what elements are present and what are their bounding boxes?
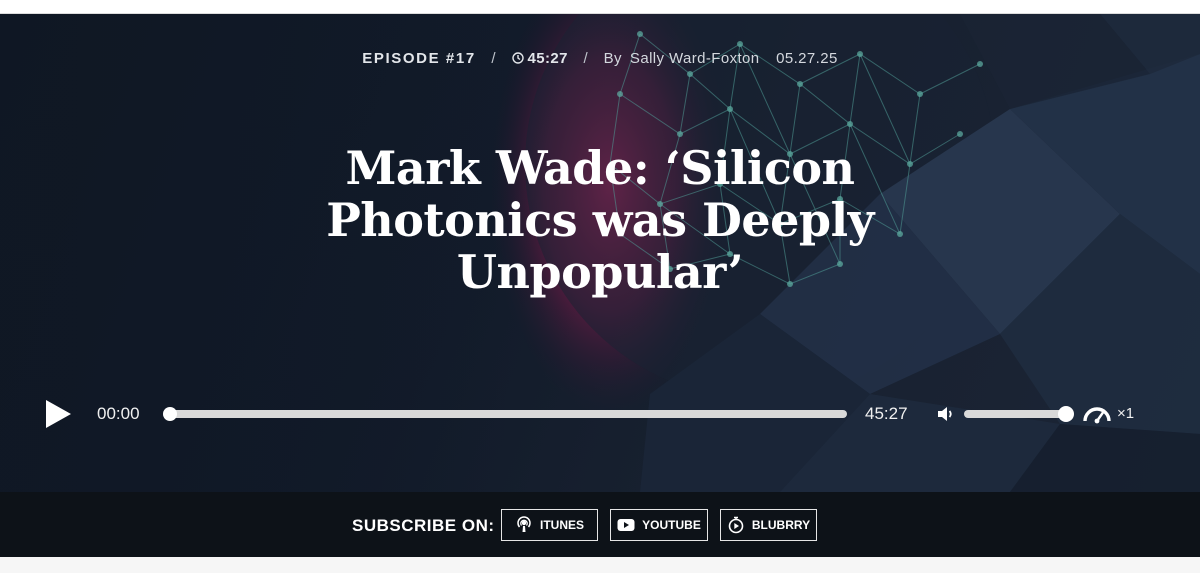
volume-slider[interactable] bbox=[964, 406, 1074, 422]
playback-speed[interactable]: ×1 bbox=[1117, 405, 1134, 422]
subscribe-item-label: BLUBRRY bbox=[751, 518, 811, 532]
youtube-icon bbox=[617, 519, 635, 531]
blubrry-icon bbox=[728, 516, 744, 534]
episode-duration: 45:27 bbox=[527, 50, 568, 67]
subscribe-bar: SUBSCRIBE ON: ITUNES YOUTUBE BLUBRRY bbox=[0, 492, 1200, 557]
episode-date: 05.27.25 bbox=[776, 50, 838, 67]
play-icon bbox=[46, 400, 71, 428]
subscribe-item-label: ITUNES bbox=[539, 518, 584, 532]
subscribe-blubrry-button[interactable]: BLUBRRY bbox=[720, 509, 817, 541]
clock-icon bbox=[511, 51, 524, 68]
bottom-page-strip bbox=[0, 557, 1200, 573]
podcast-icon bbox=[517, 516, 531, 532]
volume-thumb[interactable] bbox=[1058, 406, 1074, 422]
play-button[interactable] bbox=[42, 398, 74, 430]
current-time: 00:00 bbox=[97, 404, 140, 423]
byline-prefix: By bbox=[603, 50, 622, 67]
speed-gauge-icon[interactable] bbox=[1082, 402, 1112, 424]
subscribe-label: SUBSCRIBE ON: bbox=[352, 516, 495, 535]
episode-number: EPISODE #17 bbox=[362, 50, 476, 67]
author-name[interactable]: Sally Ward-Foxton bbox=[630, 50, 760, 67]
audio-player: 00:00 45:27 ×1 bbox=[0, 392, 1200, 436]
volume-track bbox=[964, 410, 1066, 418]
seek-thumb[interactable] bbox=[163, 407, 177, 421]
subscribe-itunes-button[interactable]: ITUNES bbox=[501, 509, 598, 541]
subscribe-item-label: YOUTUBE bbox=[642, 518, 701, 532]
episode-title: Mark Wade: ‘Silicon Photonics was Deeply… bbox=[326, 141, 874, 299]
subscribe-youtube-button[interactable]: YOUTUBE bbox=[610, 509, 708, 541]
meta-separator: / bbox=[583, 50, 589, 67]
seek-track bbox=[168, 410, 847, 418]
top-page-strip bbox=[0, 0, 1200, 14]
total-time: 45:27 bbox=[865, 404, 908, 423]
volume-icon[interactable] bbox=[936, 404, 956, 424]
meta-separator: / bbox=[491, 50, 496, 67]
episode-meta: EPISODE #17 / 45:27 / By Sally Ward-Foxto… bbox=[0, 50, 1200, 68]
seek-bar[interactable] bbox=[163, 407, 847, 421]
